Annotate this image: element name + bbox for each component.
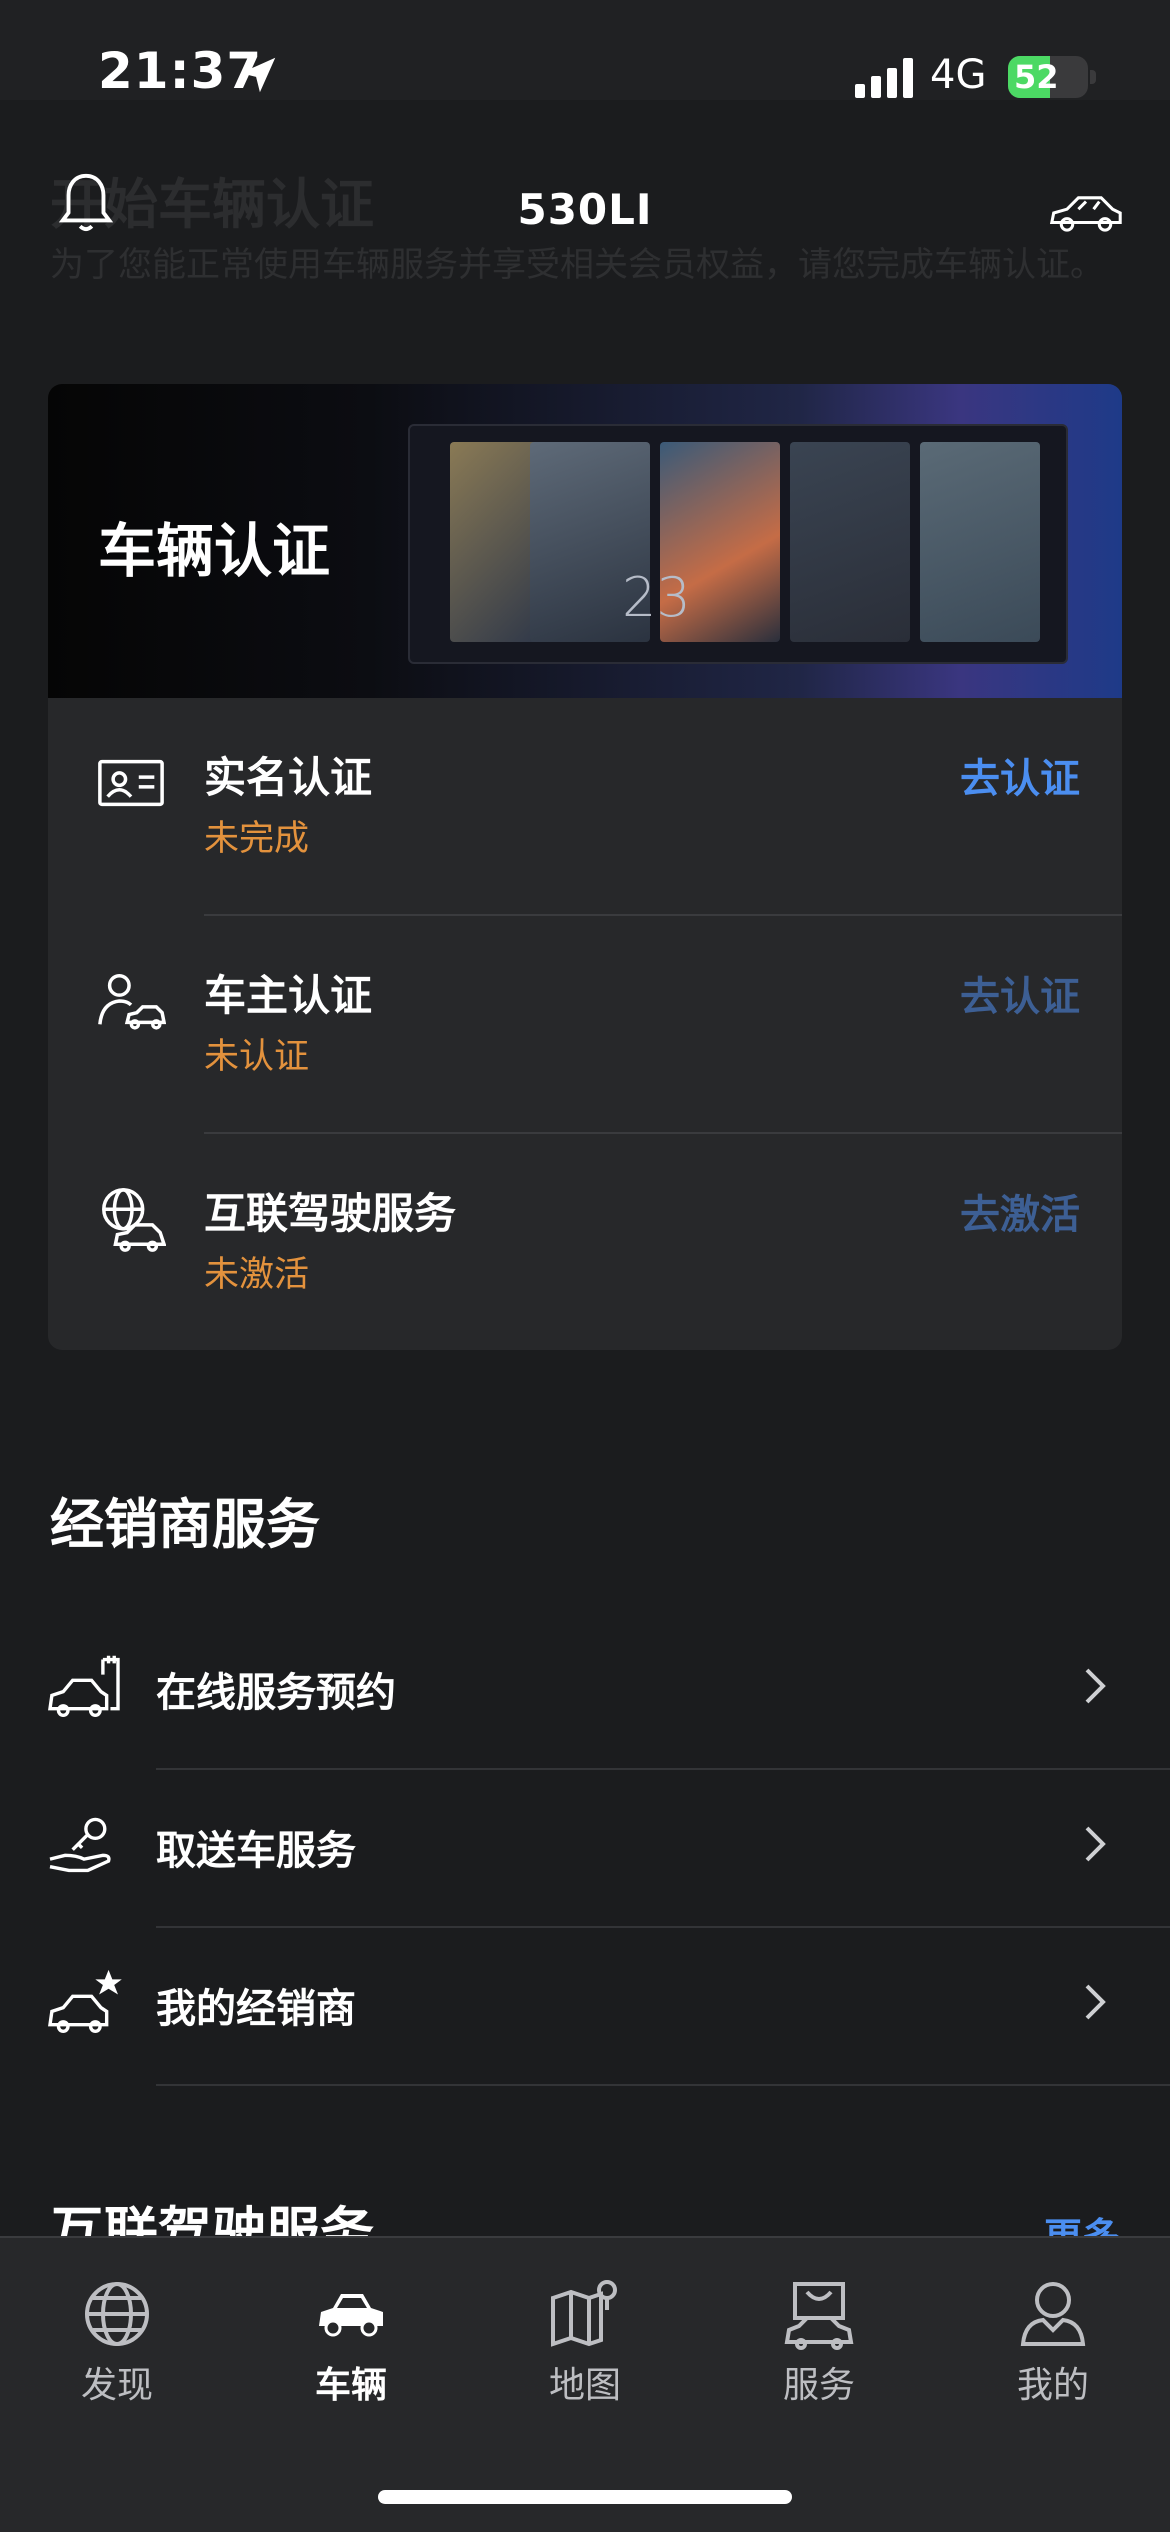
tab-label: 服务 [782,2365,855,2406]
dealer-item-my-dealer[interactable]: 我的经销商 [0,1928,1170,2086]
tab-label: 地图 [548,2365,621,2406]
tab-label: 车辆 [314,2365,387,2406]
profile-icon [1020,2282,1086,2346]
carrier-label: 4G [930,52,987,98]
auth-item-title: 互联驾驶服务 [204,1189,457,1238]
id-card-icon [98,759,164,807]
service-bag-icon [784,2282,854,2350]
dealer-item-label: 取送车服务 [156,1828,356,1874]
auth-item-status: 未完成 [204,819,310,859]
battery-cap [1090,70,1096,84]
auth-item-owner[interactable]: 车主认证 未认证 去认证 [48,916,1122,1134]
key-handover-icon [49,1817,111,1873]
battery-icon: 52 [1008,56,1088,98]
dealer-services-title: 经销商服务 [50,1493,320,1556]
favorite-dealer-icon [48,1969,122,2033]
vehicle-auth-card: 23 车辆认证 实名认证 未完成 去认证 车主认证 未认证 去认证 互联驾驶服务… [48,384,1122,1350]
auth-item-realname[interactable]: 实名认证 未完成 去认证 [48,698,1122,916]
banner-panel [790,442,910,642]
globe-car-icon [102,1188,166,1252]
dealer-item-appointment[interactable]: 在线服务预约 [0,1612,1170,1770]
tab-label: 发现 [80,2365,153,2406]
signal-icon [855,58,913,98]
banner-panel [920,442,1040,642]
chevron-right-icon [1085,1984,1106,2020]
tab-profile[interactable]: 我的 [936,2238,1170,2438]
tab-discover[interactable]: 发现 [0,2238,234,2438]
service-appointment-icon [48,1655,120,1717]
chevron-right-icon [1085,1826,1106,1862]
banner-display-image: 23 [408,424,1068,664]
auth-item-status: 未认证 [204,1037,310,1077]
location-arrow-icon [240,57,276,93]
auth-item-status: 未激活 [204,1255,310,1295]
map-icon [551,2280,617,2347]
auth-action-link[interactable]: 去认证 [960,746,1080,804]
auth-item-connected-drive[interactable]: 互联驾驶服务 未激活 去激活 [48,1134,1122,1350]
home-indicator[interactable] [378,2490,792,2504]
divider [156,2084,1170,2086]
tab-bar: 发现 车辆 地图 服务 我的 [0,2236,1170,2532]
owner-car-icon [98,973,166,1030]
tab-label: 我的 [1016,2365,1089,2406]
auth-item-title: 实名认证 [204,753,373,802]
banner-title: 车辆认证 [98,517,331,585]
globe-icon [85,2282,149,2346]
background-text: 为了您能正常使用车辆服务并享受相关会员权益，请您完成车辆认证。 [50,245,1104,285]
tab-vehicle[interactable]: 车辆 [234,2238,468,2438]
auth-action-link[interactable]: 去激活 [960,1182,1080,1240]
banner-display-number: 23 [622,566,691,629]
page-title: 530LI [517,185,653,234]
dealer-item-label: 在线服务预约 [156,1670,396,1716]
chevron-right-icon [1085,1668,1106,1704]
auth-action-link[interactable]: 去认证 [960,964,1080,1022]
tab-map[interactable]: 地图 [468,2238,702,2438]
dealer-item-pickup[interactable]: 取送车服务 [0,1770,1170,1928]
dealer-item-label: 我的经销商 [156,1986,356,2032]
auth-item-title: 车主认证 [204,971,373,1020]
car-icon [319,2294,383,2337]
auth-banner: 23 车辆认证 [48,384,1122,698]
status-bar: 21:37 4G 52 [0,0,1170,100]
tab-service[interactable]: 服务 [702,2238,936,2438]
car-switch-icon[interactable] [1048,190,1124,236]
battery-percent: 52 [1014,58,1059,96]
